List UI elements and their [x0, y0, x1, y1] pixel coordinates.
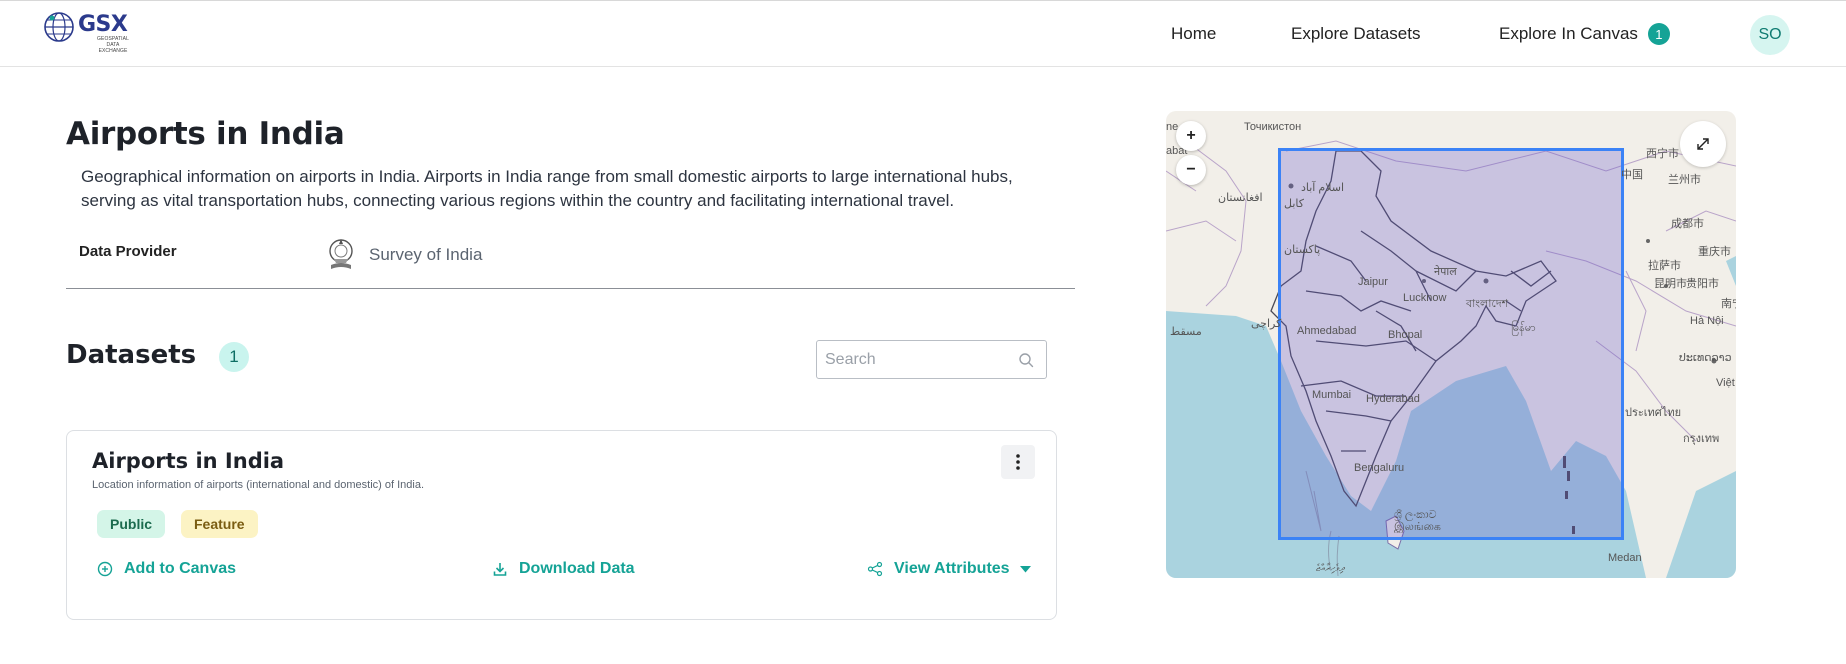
data-provider-label: Data Provider [79, 243, 177, 260]
user-avatar[interactable]: SO [1750, 15, 1790, 55]
datasets-count-badge: 1 [219, 342, 249, 372]
map-label-chengdu: 成都市 [1671, 218, 1704, 230]
map-label-chongqing: 重庆市 [1698, 246, 1731, 258]
page-description: Geographical information on airports in … [81, 167, 1013, 210]
map-label-china: 中国 [1621, 169, 1643, 181]
map-label-hanoi: Hà Nội [1690, 315, 1724, 327]
map-label-xining: 西宁市 [1646, 148, 1679, 160]
download-icon [493, 563, 507, 576]
map-zoom-out-button[interactable]: − [1176, 155, 1206, 185]
map-label-kunming: 昆明市 [1654, 278, 1687, 290]
attributes-share-icon [867, 561, 883, 577]
section-divider [66, 288, 1075, 289]
add-to-canvas-label: Add to Canvas [124, 560, 237, 577]
canvas-count-badge: 1 [1647, 23, 1670, 45]
dataset-card: Airports in India Location information o… [66, 430, 1057, 620]
tag-feature: Feature [181, 510, 258, 538]
map-label-muscat: مسقط [1170, 326, 1202, 338]
map-label-thailand: ประเทศไทย [1625, 407, 1682, 419]
chevron-down-icon [1019, 565, 1031, 572]
map-label-lhasa: 拉萨市 [1648, 260, 1681, 272]
map-zoom-in-button[interactable]: + [1176, 121, 1206, 151]
map-label-jaipur: Jaipur [1358, 276, 1388, 288]
map-label-myanmar: မြန်မာ [1511, 322, 1536, 334]
page-title: Airports in India [66, 116, 345, 152]
top-navigation-bar: GSX GEOSPATIAL DATA EXCHANGE Home Explor… [0, 0, 1846, 67]
search-icon[interactable] [1018, 352, 1034, 368]
map-label-sri-lanka: ශ්‍රී ලංකාව இலங்கை [1394, 509, 1441, 533]
map-preview[interactable]: Точикистон افغانستان کابل اسلام آباد پاک… [1166, 111, 1736, 578]
map-label-medan: Medan [1608, 552, 1642, 564]
map-label-bengaluru: Bengaluru [1354, 462, 1405, 474]
map-label-vietnam: Việt [1716, 377, 1735, 389]
search-input[interactable] [825, 341, 1015, 378]
map-label-guiyang: 贵阳市 [1686, 278, 1719, 290]
map-label-bangkok: กรุงเทพ [1683, 433, 1720, 445]
map-label-pakistan: پاکستان [1284, 244, 1321, 256]
logo-tagline: GEOSPATIAL DATA EXCHANGE [97, 36, 129, 54]
data-provider-name[interactable]: Survey of India [369, 245, 482, 265]
kebab-menu-icon [1016, 454, 1020, 470]
dataset-card-description: Location information of airports (intern… [92, 479, 425, 491]
view-attributes-button[interactable]: View Attributes [867, 558, 1042, 580]
map-label-karachi: کراچی [1251, 318, 1282, 330]
tag-public: Public [97, 510, 166, 538]
download-data-button[interactable]: Download Data [492, 558, 635, 580]
map-label-kabul: کابل [1284, 198, 1304, 210]
nav-explore-in-canvas-label: Explore In Canvas [1499, 24, 1638, 43]
plus-circle-icon [97, 561, 113, 577]
map-label-maldives: ދިވެހިރާއްޖެ [1316, 563, 1345, 574]
logo-wordmark: GSX [78, 12, 128, 37]
dataset-card-title[interactable]: Airports in India [92, 449, 284, 473]
globe-icon [44, 12, 74, 42]
nav-explore-datasets[interactable]: Explore Datasets [1291, 1, 1420, 67]
nav-home[interactable]: Home [1171, 1, 1216, 67]
dataset-search[interactable] [816, 340, 1047, 379]
map-label-nanning: 南宁 [1721, 298, 1736, 310]
map-label-lanzhou: 兰州市 [1668, 174, 1701, 186]
dataset-bounding-box [1278, 148, 1624, 540]
gsx-logo[interactable]: GSX GEOSPATIAL DATA EXCHANGE [42, 10, 136, 54]
datasets-heading: Datasets [66, 340, 197, 370]
map-label-bhopal: Bhopal [1388, 329, 1423, 341]
map-label-afghanistan: افغانستان [1218, 192, 1263, 204]
map-label-ahmedabad: Ahmedabad [1297, 325, 1357, 337]
map-label-hyderabad: Hyderabad [1366, 393, 1420, 405]
map-label-bangladesh: বাংলাদেশ [1466, 298, 1509, 310]
map-fullscreen-button[interactable] [1680, 121, 1726, 167]
map-label-lucknow: Lucknow [1403, 292, 1447, 304]
map-label-laos: ປະເທດລາວ [1679, 352, 1732, 364]
download-data-label: Download Data [519, 560, 635, 577]
survey-of-india-emblem-icon [329, 239, 353, 269]
map-label-nepal: नेपाल [1434, 266, 1457, 278]
nav-explore-in-canvas[interactable]: Explore In Canvas 1 [1499, 1, 1670, 67]
add-to-canvas-button[interactable]: Add to Canvas [97, 558, 236, 580]
more-options-button[interactable] [1001, 445, 1035, 479]
map-label-tajikistan: Точикистон [1244, 121, 1302, 133]
map-label-mumbai: Mumbai [1312, 389, 1352, 401]
view-attributes-label: View Attributes [894, 560, 1010, 577]
map-label-islamabad: اسلام آباد [1301, 182, 1345, 194]
expand-icon [1697, 138, 1709, 150]
